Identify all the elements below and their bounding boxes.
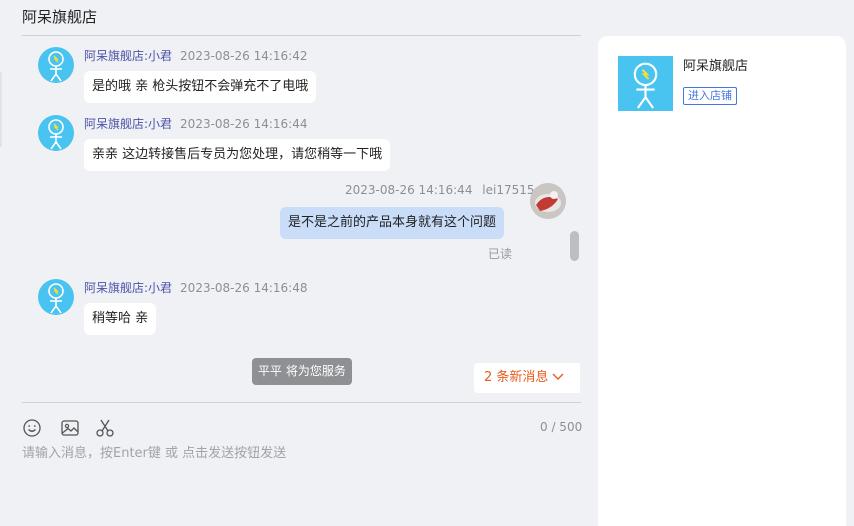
message-bubble: 是的哦 亲 枪头按钮不会弹充不了电哦 [84, 71, 317, 103]
read-status: 已读 [488, 247, 513, 261]
message-bubble: 亲亲 这边转接售后专员为您处理，请您稍等一下哦 [84, 139, 391, 171]
shop-avatar[interactable] [38, 279, 74, 315]
stick-figure-icon [48, 119, 64, 150]
message-input[interactable] [22, 442, 577, 464]
message-meta: 阿呆旗舰店:小君 2023-08-26 14:16:44 [84, 115, 308, 132]
message-bubble: 稍等哈 亲 [84, 303, 157, 335]
sender-name: 阿呆旗舰店:小君 [84, 49, 173, 63]
sender-name: 阿呆旗舰店:小君 [84, 117, 173, 131]
new-messages-button[interactable]: 2 条新消息 [474, 363, 580, 393]
page-title: 阿呆旗舰店 [22, 8, 98, 26]
sender-name: 阿呆旗舰店:小君 [84, 281, 173, 295]
service-toast: 平平 将为您服务 [252, 358, 352, 385]
user-avatar[interactable] [530, 183, 566, 219]
image-icon[interactable] [60, 418, 80, 438]
sender-name: lei17515 [482, 183, 535, 197]
message-meta: 阿呆旗舰店:小君 2023-08-26 14:16:48 [84, 279, 308, 296]
message-meta: 阿呆旗舰店:小君 2023-08-26 14:16:42 [84, 47, 308, 64]
shop-avatar[interactable] [38, 47, 74, 83]
header-divider [22, 35, 581, 36]
shop-avatar[interactable] [38, 115, 74, 151]
input-divider [22, 402, 581, 403]
emoji-icon[interactable] [22, 418, 42, 438]
chevron-down-icon [552, 363, 564, 393]
message-time: 2023-08-26 14:16:44 [345, 183, 473, 197]
char-count: 0 / 500 [540, 420, 583, 434]
chat-scrollbar[interactable] [570, 231, 579, 261]
shop-logo[interactable] [618, 56, 673, 111]
stick-figure-icon [48, 283, 64, 314]
stick-figure-icon [633, 62, 658, 109]
message-time: 2023-08-26 14:16:42 [180, 49, 308, 63]
shop-info-panel: 阿呆旗舰店 进入店铺 [598, 36, 846, 526]
message-time: 2023-08-26 14:16:44 [180, 117, 308, 131]
message-bubble-mine: 是不是之前的产品本身就有这个问题 [280, 207, 505, 239]
user-photo-icon [530, 183, 566, 219]
new-messages-label: 2 条新消息 [484, 370, 549, 385]
enter-shop-button[interactable]: 进入店铺 [683, 87, 737, 105]
stick-figure-icon [48, 51, 64, 82]
left-edge-bar [0, 72, 2, 147]
message-meta: 2023-08-26 14:16:44 lei17515 [345, 183, 535, 197]
scissors-icon[interactable] [95, 418, 115, 438]
message-time: 2023-08-26 14:16:48 [180, 281, 308, 295]
shop-name: 阿呆旗舰店 [683, 59, 749, 74]
